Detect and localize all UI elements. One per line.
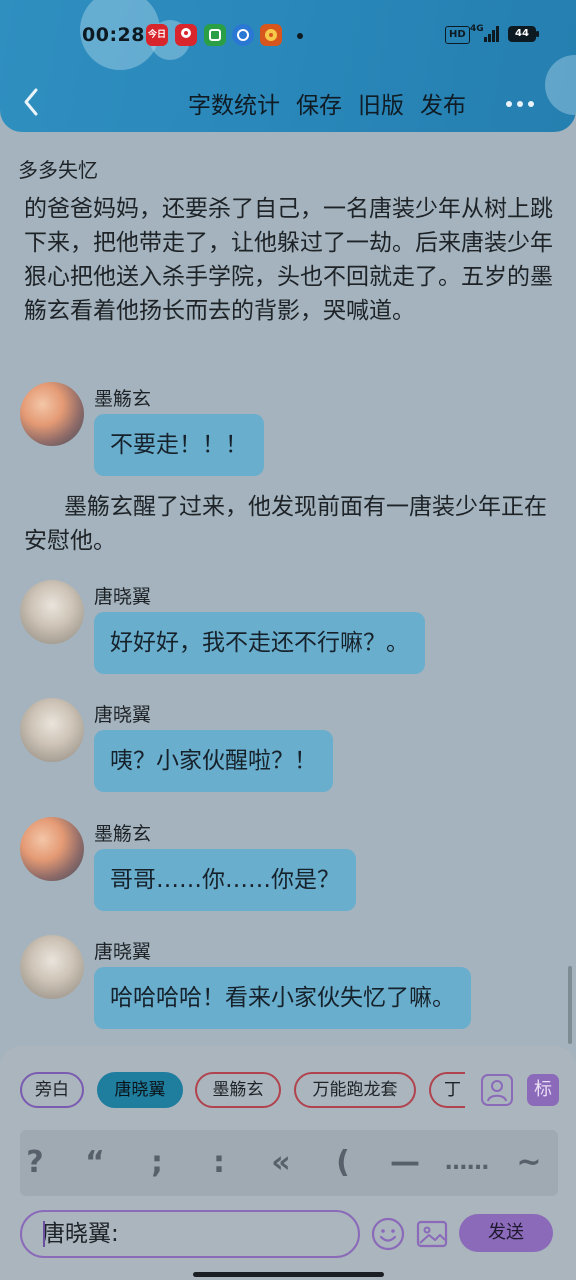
role-chip-extra[interactable]: 万能跑龙套 bbox=[294, 1072, 416, 1108]
punct-guillemet[interactable]: « bbox=[256, 1130, 306, 1196]
status-time: 00:28 bbox=[82, 24, 145, 46]
message-bubble[interactable]: 好好好，我不走还不行嘛？。 bbox=[94, 612, 425, 674]
signal-icon bbox=[484, 26, 499, 42]
blue-app-icon bbox=[232, 24, 254, 46]
battery-icon: 44 bbox=[508, 26, 539, 42]
punctuation-bar: ? “ ; : « ( — …… ~ bbox=[20, 1130, 558, 1196]
chevron-left-icon bbox=[24, 88, 38, 116]
punct-colon[interactable]: : bbox=[194, 1130, 244, 1196]
message-input[interactable]: 唐晓翼: bbox=[20, 1210, 360, 1258]
image-icon[interactable] bbox=[416, 1218, 448, 1250]
avatar[interactable] bbox=[20, 817, 84, 881]
news-app-icon: 今日 bbox=[146, 24, 168, 46]
more-dots-icon bbox=[506, 101, 512, 107]
red-location-icon bbox=[175, 24, 197, 46]
chat-scrollbar[interactable] bbox=[568, 966, 572, 1044]
punct-tilde[interactable]: ~ bbox=[504, 1130, 554, 1196]
speaker-name: 唐晓翼 bbox=[94, 586, 152, 608]
notification-dot-icon bbox=[297, 33, 303, 39]
message-input-value: 唐晓翼: bbox=[42, 1221, 119, 1247]
punct-question[interactable]: ? bbox=[10, 1130, 60, 1196]
send-button[interactable]: 发送 bbox=[459, 1214, 553, 1252]
emoji-icon[interactable] bbox=[371, 1217, 405, 1251]
role-chip-tang-xiaoyi[interactable]: 唐晓翼 bbox=[97, 1072, 183, 1108]
message-bubble[interactable]: 不要走！！！ bbox=[94, 414, 264, 476]
punct-paren[interactable]: ( bbox=[318, 1130, 368, 1196]
speaker-name: 唐晓翼 bbox=[94, 941, 152, 963]
person-icon bbox=[487, 1080, 507, 1102]
back-button[interactable] bbox=[14, 82, 50, 122]
speaker-name: 唐晓翼 bbox=[94, 704, 152, 726]
punct-semicolon[interactable]: ; bbox=[132, 1130, 182, 1196]
avatar[interactable] bbox=[20, 382, 84, 446]
home-indicator[interactable] bbox=[193, 1272, 384, 1277]
more-menu-button[interactable] bbox=[506, 92, 540, 110]
avatar[interactable] bbox=[20, 698, 84, 762]
word-count-button[interactable]: 字数统计 bbox=[188, 86, 280, 120]
speaker-name: 墨觞玄 bbox=[94, 823, 152, 845]
hd-badge: HD bbox=[445, 26, 470, 44]
role-chip-mo-shangxuan[interactable]: 墨觞玄 bbox=[195, 1072, 281, 1108]
header-decoration bbox=[545, 55, 576, 115]
green-app-icon bbox=[204, 24, 226, 46]
punct-ellipsis[interactable]: …… bbox=[442, 1130, 492, 1196]
save-button[interactable]: 保存 bbox=[296, 86, 342, 120]
story-title: 多多失忆 bbox=[18, 158, 98, 182]
avatar[interactable] bbox=[20, 580, 84, 644]
avatar[interactable] bbox=[20, 935, 84, 999]
narration-paragraph: 墨觞玄醒了过来，他发现前面有一唐装少年正在安慰他。 bbox=[24, 494, 547, 554]
text-cursor bbox=[43, 1221, 45, 1247]
punct-dash[interactable]: — bbox=[380, 1130, 430, 1196]
app-header: 00:28 今日 HD 4G 44 字数统计 保存 旧版 发布 bbox=[0, 0, 576, 132]
message-bubble[interactable]: 哥哥……你……你是？ bbox=[94, 849, 356, 911]
mark-button[interactable]: 标 bbox=[527, 1074, 559, 1106]
role-chip-partial[interactable]: 丁 bbox=[429, 1072, 465, 1108]
status-bar: 00:28 今日 HD 4G 44 bbox=[0, 18, 576, 54]
narration-paragraph: 的爸爸妈妈，还要杀了自己，一名唐装少年从树上跳下来，把他带走了，让他躲过了一劫。… bbox=[24, 196, 553, 324]
add-role-button[interactable] bbox=[481, 1074, 513, 1106]
speaker-name: 墨觞玄 bbox=[94, 388, 152, 410]
old-version-button[interactable]: 旧版 bbox=[358, 86, 404, 120]
role-chip-narrator[interactable]: 旁白 bbox=[20, 1072, 84, 1108]
orange-app-icon bbox=[260, 24, 282, 46]
message-bubble[interactable]: 哈哈哈哈！看来小家伙失忆了嘛。 bbox=[94, 967, 471, 1029]
header-toolbar: 字数统计 保存 旧版 发布 bbox=[188, 86, 466, 120]
message-bubble[interactable]: 咦？小家伙醒啦？！ bbox=[94, 730, 333, 792]
punct-quote[interactable]: “ bbox=[70, 1130, 120, 1196]
network-type: 4G bbox=[470, 24, 484, 34]
publish-button[interactable]: 发布 bbox=[420, 86, 466, 120]
